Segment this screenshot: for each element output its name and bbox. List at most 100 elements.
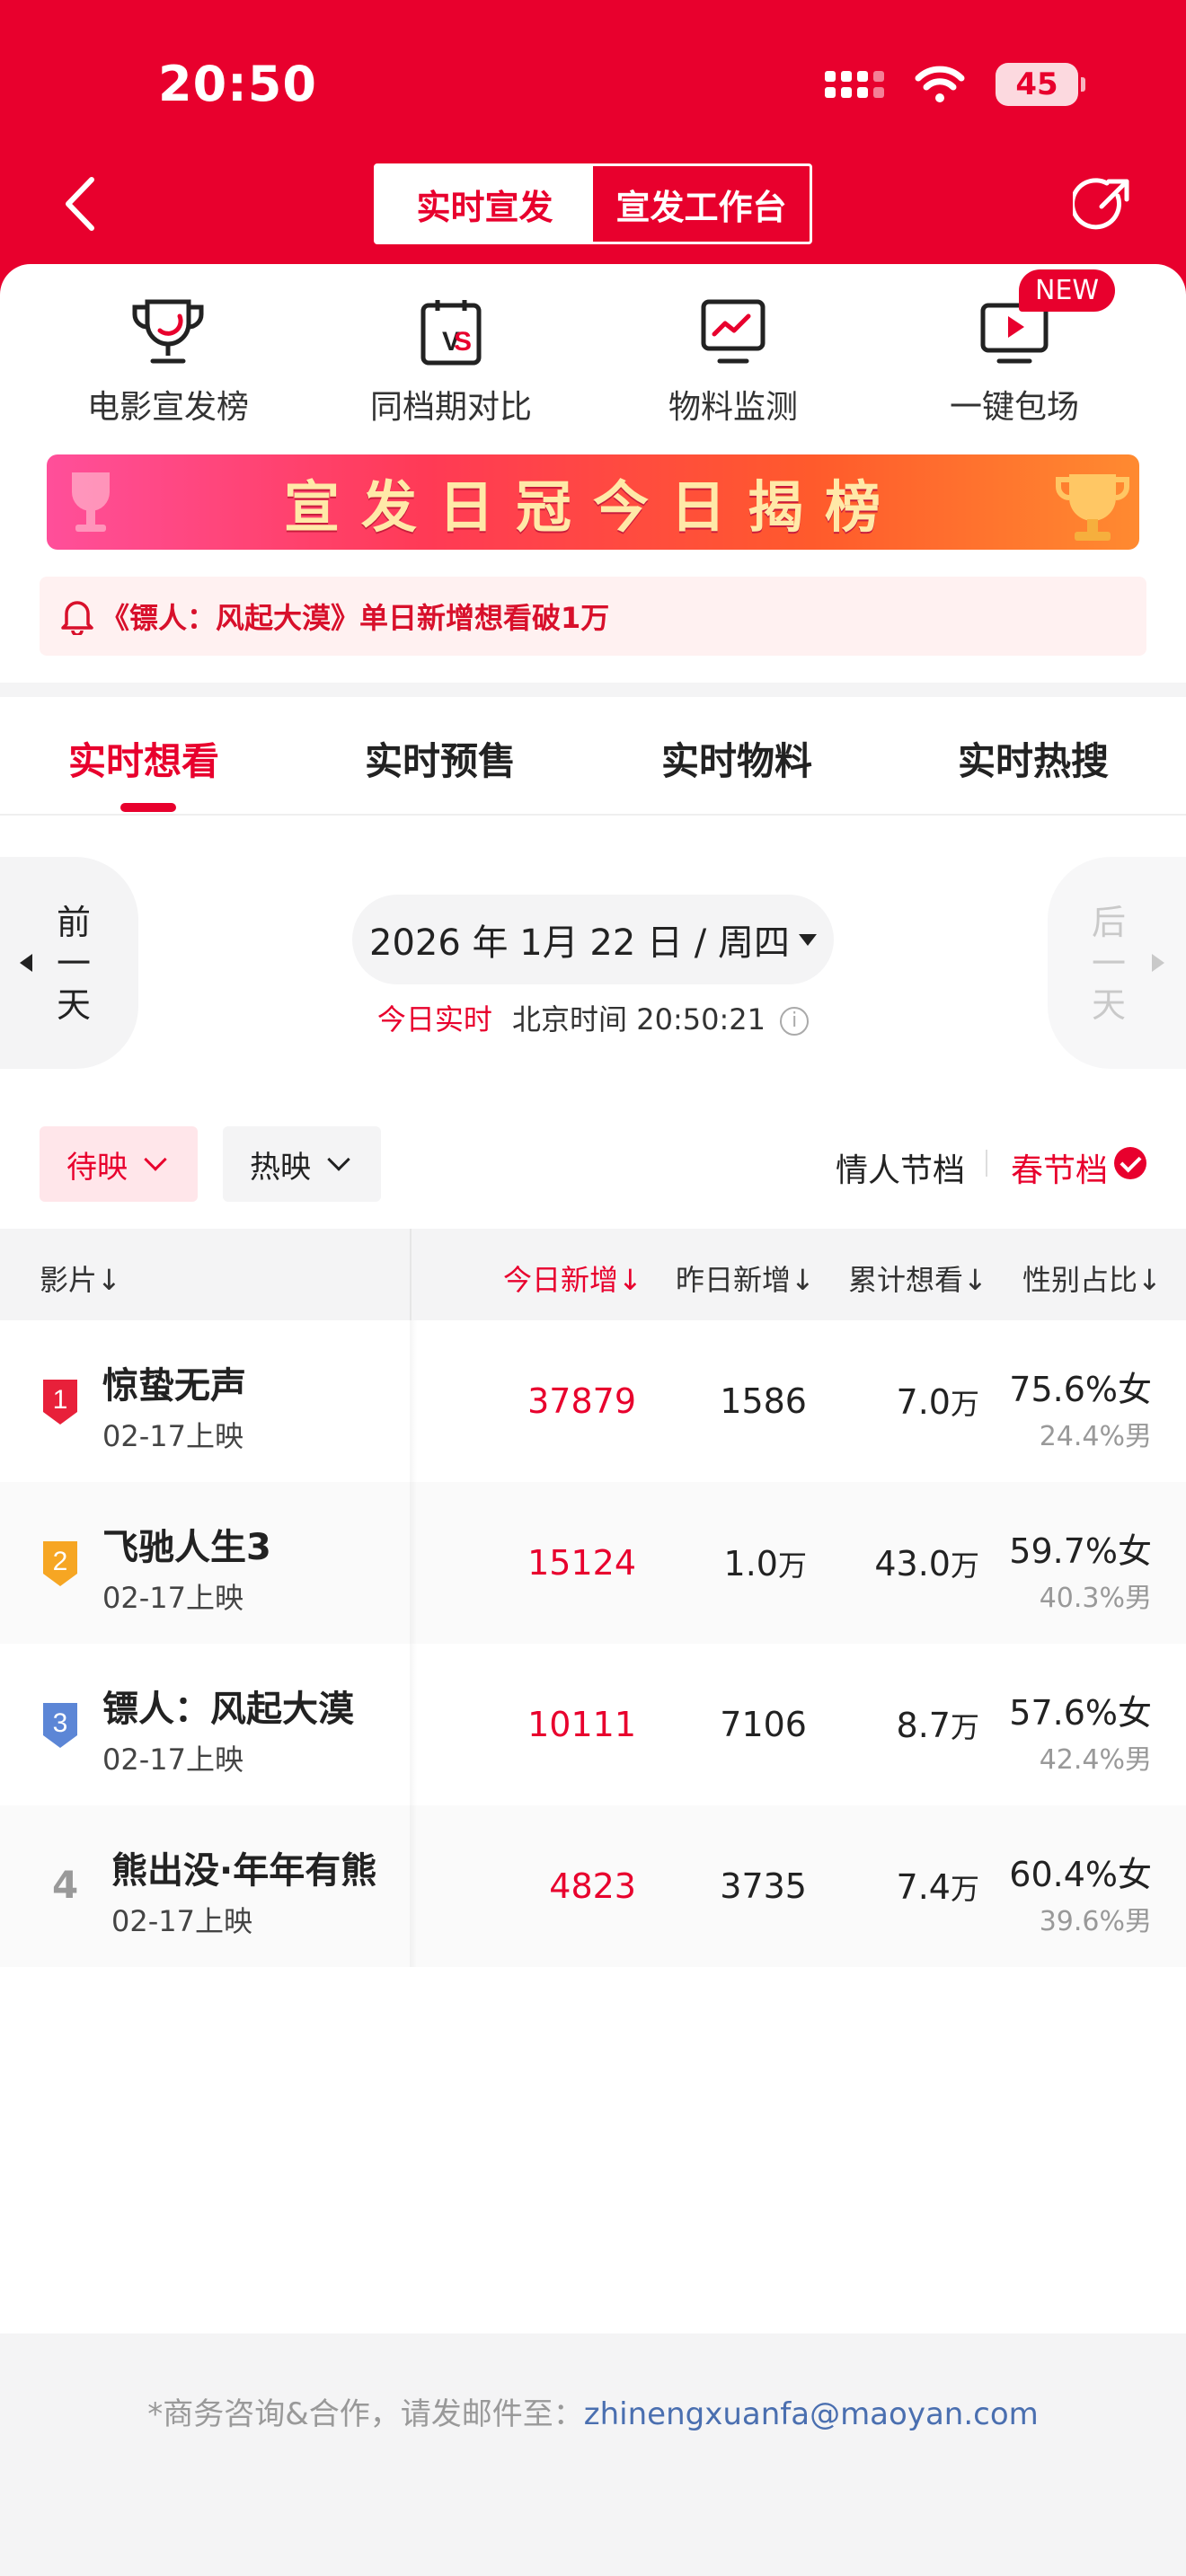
- fixed-column-shadow: [410, 1320, 417, 1482]
- header-today-new[interactable]: 今日新增↓: [503, 1257, 642, 1299]
- svg-text:1: 1: [53, 1385, 68, 1415]
- shortcut-label: 电影宣发榜: [86, 389, 249, 426]
- status-filter-dropdown[interactable]: 待映: [40, 1126, 198, 1202]
- total-number: 8.7: [896, 1706, 951, 1745]
- table-row[interactable]: 4 熊出没·年年有熊 02-17上映 4823 3735 7.4万 60.4%女…: [0, 1805, 1186, 1967]
- beijing-time: 北京时间 20:50:21: [512, 1002, 766, 1037]
- sort-filter-dropdown[interactable]: 热映: [223, 1126, 381, 1202]
- tab-active-indicator: [120, 803, 176, 812]
- table-row[interactable]: 1 惊蛰无声 02-17上映 37879 1586 7.0万 75.6%女 24…: [0, 1320, 1186, 1482]
- bell-icon: [61, 601, 93, 635]
- svg-text:3: 3: [53, 1708, 68, 1738]
- segment-workbench[interactable]: 宣发工作台: [593, 166, 810, 242]
- fixed-column-shadow: [410, 1644, 417, 1805]
- mode-segment: 实时宣发 宣发工作台: [374, 163, 812, 244]
- footer: *商务咨询&合作，请发邮件至：zhinengxuanfa@maoyan.com: [0, 2333, 1186, 2576]
- tab-realtime-presale[interactable]: 实时预售: [365, 731, 516, 786]
- status-time: 20:50: [158, 56, 317, 112]
- rank-1-badge-icon: 1: [43, 1380, 77, 1425]
- header-yesterday-new[interactable]: 昨日新增↓: [676, 1257, 815, 1299]
- yesterday-number: 7106: [720, 1705, 807, 1744]
- caret-down-icon: [798, 933, 817, 946]
- check-circle-icon: [1114, 1147, 1146, 1179]
- header-film[interactable]: 影片↓: [40, 1257, 121, 1299]
- footer-text: *商务咨询&合作，请发邮件至：: [147, 2396, 584, 2432]
- yesterday-new-value: 1.0万: [724, 1543, 807, 1584]
- today-new-value: 10111: [527, 1705, 636, 1744]
- release-date: 02-17上映: [102, 1581, 243, 1615]
- total-want-value: 7.4万: [897, 1866, 979, 1908]
- monitor-chart-icon: [701, 299, 766, 364]
- shortcut-movie-ranking[interactable]: 电影宣发榜: [51, 296, 285, 428]
- header-gender-ratio[interactable]: 性别占比↓: [1022, 1257, 1162, 1299]
- shortcut-label: 一键包场: [949, 389, 1079, 426]
- next-day-label: 后一天: [1091, 903, 1126, 1025]
- footer-contact: *商务咨询&合作，请发邮件至：zhinengxuanfa@maoyan.com: [0, 2389, 1186, 2433]
- shortcut-label: 物料监测: [668, 389, 798, 426]
- svg-text:S: S: [454, 327, 472, 357]
- tab-realtime-material[interactable]: 实时物料: [661, 731, 812, 786]
- cellular-signal-icon: [825, 71, 884, 98]
- chevron-down-icon: [144, 1148, 167, 1171]
- season-spring-festival[interactable]: 春节档: [1011, 1144, 1108, 1191]
- table-row[interactable]: 3 镖人：风起大漠 02-17上映 10111 7106 8.7万 57.6%女…: [0, 1644, 1186, 1805]
- season-valentines[interactable]: 情人节档: [836, 1144, 965, 1191]
- film-title: 熊出没·年年有熊: [111, 1850, 377, 1892]
- shortcut-same-period[interactable]: V S 同档期对比: [334, 296, 568, 428]
- date-selector[interactable]: 2026 年 1月 22 日 / 周四: [352, 895, 834, 984]
- total-number: 7.0: [896, 1382, 951, 1422]
- film-title: 飞驰人生3: [102, 1527, 271, 1568]
- realtime-label: 今日实时: [376, 1002, 492, 1037]
- total-want-value: 8.7万: [897, 1705, 979, 1746]
- tab-realtime-want[interactable]: 实时想看: [68, 731, 219, 786]
- total-unit: 万: [950, 1872, 979, 1906]
- yesterday-number: 1586: [720, 1381, 807, 1421]
- male-ratio: 24.4%男: [1039, 1421, 1152, 1452]
- male-ratio: 40.3%男: [1039, 1583, 1152, 1614]
- segment-realtime[interactable]: 实时宣发: [376, 166, 593, 242]
- header-total-want[interactable]: 累计想看↓: [848, 1257, 987, 1299]
- info-icon[interactable]: i: [780, 1007, 810, 1036]
- trophy-icon: [132, 299, 204, 364]
- share-icon[interactable]: [1073, 176, 1132, 235]
- rank-2-badge-icon: 2: [43, 1541, 77, 1586]
- yesterday-new-value: 1586: [720, 1381, 807, 1421]
- back-arrow-icon[interactable]: [59, 172, 104, 235]
- notice-bar[interactable]: 《镖人：风起大漠》单日新增想看破1万: [40, 577, 1146, 656]
- status-icons: 45: [825, 63, 1085, 106]
- header-bar: 20:50 45 实时宣发 宣发工作台: [0, 0, 1186, 296]
- table-row[interactable]: 2 飞驰人生3 02-17上映 15124 1.0万 43.0万 59.7%女 …: [0, 1482, 1186, 1644]
- female-ratio: 57.6%女: [1009, 1693, 1152, 1733]
- female-ratio: 60.4%女: [1009, 1855, 1152, 1894]
- release-date: 02-17上映: [111, 1904, 252, 1938]
- shortcut-label: 同档期对比: [369, 389, 532, 426]
- today-new-value: 4823: [549, 1866, 636, 1906]
- notice-text: 《镖人：风起大漠》单日新增想看破1万: [101, 601, 610, 635]
- male-ratio: 39.6%男: [1039, 1906, 1152, 1937]
- next-day-button[interactable]: 后一天: [1048, 857, 1186, 1069]
- vs-calendar-icon: V S: [420, 300, 482, 366]
- tools-card: 电影宣发榜 V S 同档期对比 物料监测 一键包场 NEW 宣发日冠今日揭榜 《…: [0, 264, 1186, 683]
- fixed-column-divider: [410, 1229, 412, 1320]
- right-triangle-icon: [1152, 954, 1164, 972]
- total-unit: 万: [950, 1548, 979, 1583]
- status-filter-label: 待映: [66, 1149, 128, 1186]
- total-number: 7.4: [896, 1867, 951, 1907]
- shortcut-material-monitor[interactable]: 物料监测: [616, 296, 850, 428]
- season-divider: [986, 1150, 987, 1177]
- yesterday-unit: 万: [777, 1548, 807, 1583]
- left-triangle-icon: [20, 954, 32, 972]
- female-ratio: 59.7%女: [1009, 1531, 1152, 1571]
- shortcut-one-click-booking[interactable]: 一键包场: [898, 296, 1131, 428]
- contact-email-link[interactable]: zhinengxuanfa@maoyan.com: [584, 2396, 1039, 2432]
- total-want-value: 43.0万: [874, 1543, 979, 1584]
- tab-realtime-hot-search[interactable]: 实时热搜: [958, 731, 1109, 786]
- promo-banner[interactable]: 宣发日冠今日揭榜: [47, 454, 1139, 550]
- fixed-column-shadow: [410, 1482, 417, 1644]
- total-unit: 万: [950, 1710, 979, 1744]
- table-header: 影片↓ 今日新增↓ 昨日新增↓ 累计想看↓ 性别占比↓: [0, 1229, 1186, 1320]
- svg-text:2: 2: [53, 1547, 68, 1576]
- new-badge: NEW: [1019, 269, 1116, 312]
- tab-bar: 实时想看 实时预售 实时物料 实时热搜: [0, 697, 1186, 816]
- release-date: 02-17上映: [102, 1742, 243, 1777]
